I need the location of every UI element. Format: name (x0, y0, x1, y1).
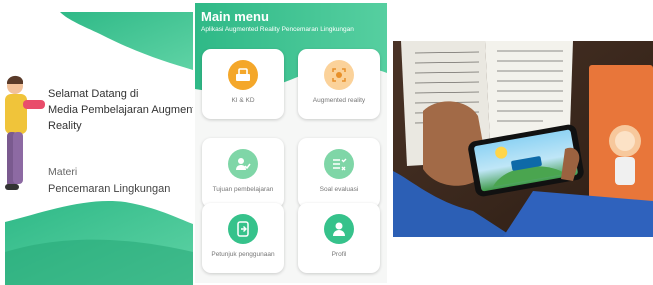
ar-photo-illustration (393, 41, 653, 237)
augmented-reality-icon (324, 60, 354, 90)
menu-item-label: Soal evaluasi (319, 186, 359, 193)
materi-label: Materi (48, 166, 78, 178)
menu-item-profil[interactable]: Profil (298, 203, 380, 273)
materi-subject: Pencemaran Lingkungan (48, 183, 171, 195)
main-menu-screen: Main menu Aplikasi Augmented Reality Pen… (195, 3, 387, 283)
menu-item-label: KI & KD (231, 97, 255, 104)
welcome-line-1: Selamat Datang di (48, 88, 139, 100)
welcome-title: Selamat Datang di Media Pembelajaran Aug… (48, 86, 193, 134)
menu-title: Main menu (201, 9, 269, 24)
menu-item-label: Tujuan pembelajaran (212, 186, 274, 193)
learning-goals-icon (228, 149, 258, 179)
ki-kd-icon (228, 60, 258, 90)
welcome-line-3: Reality (48, 120, 82, 132)
menu-item-ki-kd[interactable]: KI & KD (202, 49, 284, 119)
menu-item-soal-evaluasi[interactable]: Soal evaluasi (298, 138, 380, 208)
menu-item-petunjuk-penggunaan[interactable]: Petunjuk penggunaan (202, 203, 284, 273)
menu-item-augmented-reality[interactable]: Augmented reality (298, 49, 380, 119)
user-guide-icon (228, 214, 258, 244)
materi-section: Materi Pencemaran Lingkungan (48, 165, 170, 197)
welcome-line-2: Media Pembelajaran Augmente (48, 104, 193, 116)
menu-item-label: Petunjuk penggunaan (211, 251, 275, 258)
welcome-screen: Selamat Datang di Media Pembelajaran Aug… (5, 12, 193, 285)
menu-item-label: Profil (331, 251, 347, 258)
menu-item-label: Augmented reality (312, 97, 366, 104)
student-illustration (5, 75, 45, 190)
profile-icon (324, 214, 354, 244)
menu-item-tujuan-pembelajaran[interactable]: Tujuan pembelajaran (202, 138, 284, 208)
ar-usage-photo (393, 41, 653, 237)
menu-subtitle: Aplikasi Augmented Reality Pencemaran Li… (201, 26, 354, 33)
evaluation-icon (324, 149, 354, 179)
